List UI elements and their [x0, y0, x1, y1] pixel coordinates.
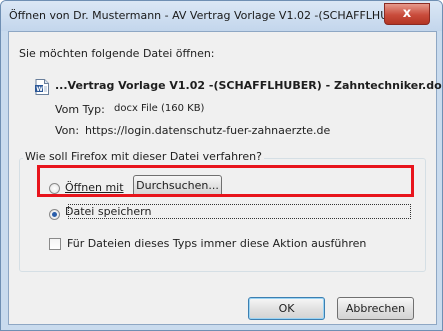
- type-label: Vom Typ:: [55, 103, 105, 116]
- save-file-label[interactable]: Datei speichern: [65, 205, 151, 218]
- ok-button-label: OK: [278, 302, 295, 315]
- ok-button[interactable]: OK: [248, 297, 325, 320]
- always-do-checkbox[interactable]: [49, 238, 61, 250]
- radio-selected-dot: [52, 212, 57, 217]
- action-question: Wie soll Firefox mit dieser Datei verfah…: [23, 150, 264, 163]
- svg-text:W: W: [36, 86, 43, 93]
- close-icon: x: [402, 6, 412, 21]
- docx-file-icon: W: [35, 79, 49, 95]
- save-file-radio[interactable]: [49, 209, 60, 220]
- close-button[interactable]: x: [384, 3, 430, 25]
- title-bar[interactable]: Öffnen von Dr. Mustermann - AV Vertrag V…: [1, 1, 442, 31]
- from-value: https://login.datenschutz-fuer-zahnaerzt…: [85, 124, 331, 137]
- firefox-open-dialog: Öffnen von Dr. Mustermann - AV Vertrag V…: [0, 0, 443, 331]
- highlight-annotation: [37, 165, 414, 197]
- always-do-label[interactable]: Für Dateien dieses Typs immer diese Akti…: [67, 237, 366, 250]
- cancel-button-label: Abbrechen: [345, 302, 406, 315]
- window-title: Öffnen von Dr. Mustermann - AV Vertrag V…: [9, 9, 399, 22]
- file-name: ...Vertrag Vorlage V1.02 -(SCHAFFLHUBER)…: [55, 79, 443, 92]
- prompt-text: Sie möchten folgende Datei öffnen:: [19, 47, 215, 60]
- from-label: Von:: [55, 124, 80, 137]
- type-value: docx File (160 KB): [114, 103, 205, 114]
- cancel-button[interactable]: Abbrechen: [337, 297, 414, 320]
